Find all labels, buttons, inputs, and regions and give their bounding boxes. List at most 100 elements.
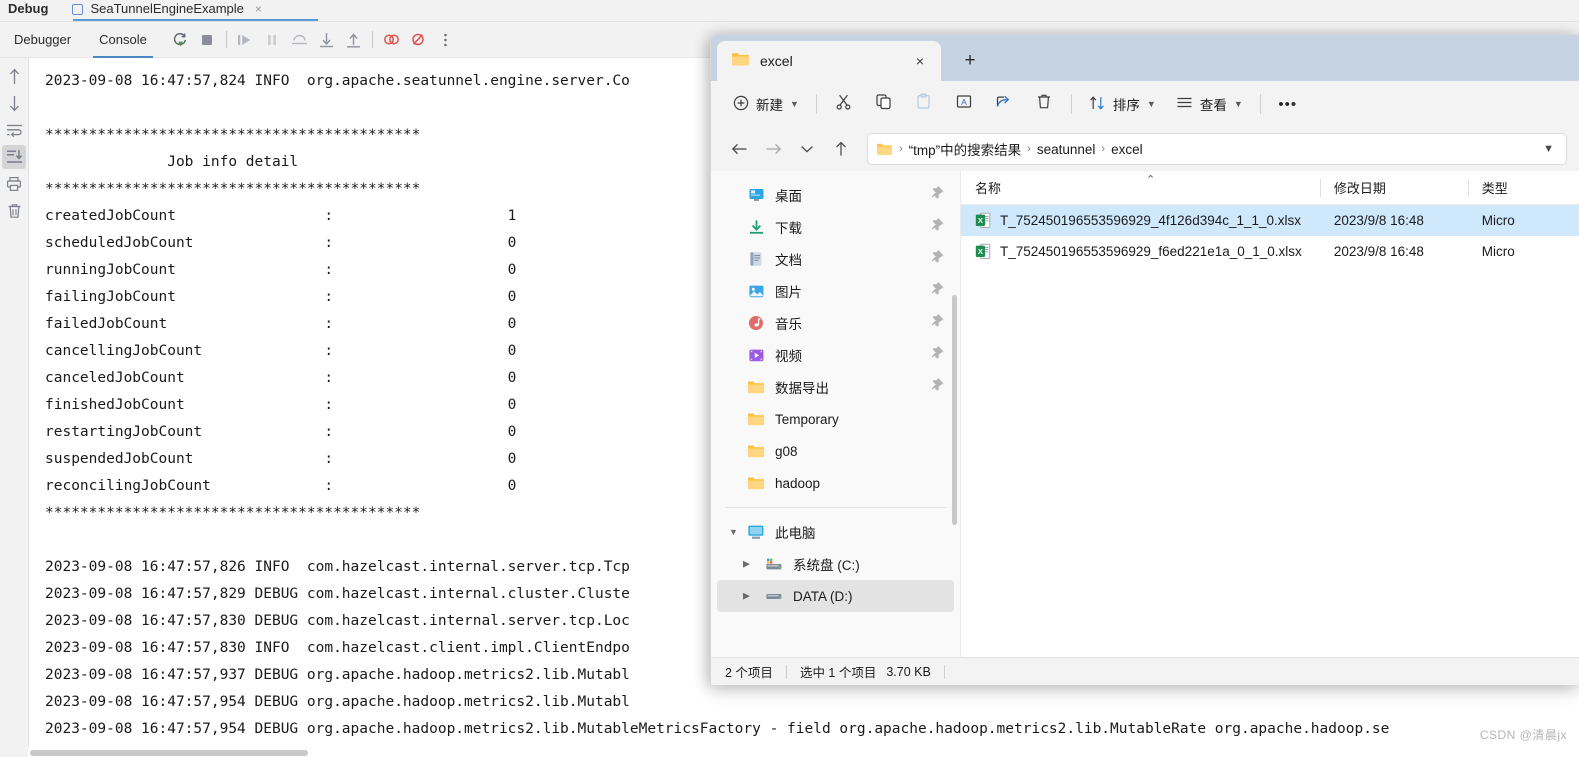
sidebar-item-label: 桌面 — [775, 189, 802, 204]
explorer-tab-excel[interactable]: excel × — [717, 41, 941, 81]
rename-button[interactable]: A — [944, 88, 984, 120]
breadcrumb-item-0[interactable]: “tmp”中的搜索结果 — [909, 139, 1022, 159]
scroll-up-icon[interactable] — [2, 64, 26, 88]
run-configuration-tab[interactable]: SeaTunnelEngineExample × — [62, 0, 269, 21]
close-icon[interactable]: × — [907, 48, 933, 74]
chevron-right-icon[interactable]: ▶ — [743, 591, 750, 602]
sidebar-item-8[interactable]: g08 — [717, 435, 954, 467]
view-button[interactable]: 查看 ▼ — [1166, 88, 1253, 120]
sidebar-item-9[interactable]: hadoop — [717, 467, 954, 499]
mute-breakpoints-icon[interactable] — [378, 27, 405, 53]
file-name-cell: X T_752450196553596929_4f126d394c_1_1_0.x… — [961, 212, 1320, 229]
pin-icon[interactable] — [931, 377, 944, 396]
delete-button[interactable] — [1024, 88, 1064, 120]
toolbar-divider — [225, 31, 227, 48]
more-options-icon[interactable] — [432, 27, 459, 53]
explorer-titlebar: excel × + — [711, 35, 1579, 81]
pin-icon[interactable] — [931, 217, 944, 236]
recent-locations-icon[interactable] — [791, 134, 823, 164]
scroll-down-icon[interactable] — [2, 91, 26, 115]
breadcrumb-separator-0: › — [899, 143, 903, 155]
pause-program-icon[interactable] — [259, 27, 286, 53]
status-size: 3.70 KB — [886, 664, 931, 679]
pin-icon[interactable] — [931, 185, 944, 204]
chevron-down-icon[interactable]: ▼ — [729, 527, 738, 537]
file-modified-cell: 2023/9/8 16:48 — [1320, 244, 1468, 259]
chevron-down-icon-view[interactable]: ▼ — [1234, 99, 1243, 109]
console-line: 2023-09-08 16:47:57,954 DEBUG org.apache… — [45, 694, 630, 710]
step-over-icon[interactable] — [313, 27, 340, 53]
file-modified-label: 2023/9/8 16:48 — [1333, 244, 1424, 259]
column-header-name[interactable]: 名称 ⌃ — [961, 171, 1320, 205]
stop-icon[interactable] — [194, 27, 221, 53]
rerun-icon[interactable] — [167, 27, 194, 53]
pin-icon[interactable] — [931, 281, 944, 300]
view-label: 查看 — [1199, 98, 1227, 113]
share-button[interactable] — [984, 88, 1024, 120]
chevron-right-icon[interactable]: ▶ — [743, 559, 750, 570]
status-divider-1 — [785, 664, 787, 679]
sidebar-item-4[interactable]: 音乐 — [717, 307, 954, 339]
sidebar-item-5[interactable]: 视频 — [717, 339, 954, 371]
copy-button[interactable] — [864, 88, 904, 120]
clear-all-icon[interactable] — [2, 199, 26, 223]
print-icon[interactable] — [2, 172, 26, 196]
sidebar-drive-1[interactable]: ▶ DATA (D:) — [717, 580, 954, 612]
column-header-type[interactable]: 类型 — [1467, 171, 1579, 205]
folder-icon — [747, 443, 765, 459]
table-row[interactable]: X T_752450196553596929_f6ed221e1a_0_1_0.x… — [961, 236, 1579, 267]
paste-button[interactable] — [904, 88, 944, 120]
sidebar-item-label: 数据导出 — [775, 381, 829, 396]
see-more-button[interactable]: ••• — [1268, 88, 1308, 120]
sidebar-drive-0[interactable]: ▶ 系统盘 (C:) — [717, 548, 954, 580]
sidebar-item-this-pc[interactable]: ▼ 此电脑 — [717, 516, 954, 548]
pin-icon[interactable] — [931, 313, 944, 332]
sidebar-item-2[interactable]: 文档 — [717, 243, 954, 275]
music-icon — [747, 315, 765, 331]
step-out-icon[interactable] — [286, 27, 313, 53]
drive-icon — [765, 590, 783, 602]
scroll-to-end-icon[interactable] — [2, 145, 26, 169]
tab-console[interactable]: Console — [85, 22, 161, 58]
sidebar-item-7[interactable]: Temporary — [717, 403, 954, 435]
copy-icon — [875, 93, 892, 115]
cut-button[interactable] — [824, 88, 864, 120]
sidebar-item-0[interactable]: 桌面 — [717, 179, 954, 211]
sidebar-item-1[interactable]: 下载 — [717, 211, 954, 243]
console-gutter-toolbar — [0, 58, 28, 757]
address-chevron-icon[interactable]: ▼ — [1543, 143, 1558, 155]
sidebar-item-3[interactable]: 图片 — [717, 275, 954, 307]
column-header-modified[interactable]: 修改日期 — [1319, 171, 1468, 205]
sidebar-divider — [725, 507, 946, 508]
view-breakpoints-icon[interactable] — [405, 27, 432, 53]
tab-debugger[interactable]: Debugger — [0, 22, 85, 58]
scrollbar-thumb-h[interactable] — [30, 750, 308, 756]
new-tab-button[interactable]: + — [955, 46, 985, 76]
svg-text:X: X — [978, 216, 983, 225]
sidebar-item-6[interactable]: 数据导出 — [717, 371, 954, 403]
sidebar-item-label: 下载 — [775, 221, 802, 236]
new-item-button[interactable]: 新建 ▼ — [723, 88, 809, 120]
sidebar-item-label: Temporary — [775, 411, 839, 427]
chevron-down-icon[interactable]: ▼ — [790, 99, 799, 109]
soft-wrap-icon[interactable] — [2, 118, 26, 142]
breadcrumb-item-2[interactable]: excel — [1111, 142, 1143, 157]
sidebar-drive-label: 系统盘 (C:) — [793, 558, 860, 573]
chevron-down-icon-sort[interactable]: ▼ — [1147, 99, 1156, 109]
pin-icon[interactable] — [931, 249, 944, 268]
back-icon[interactable] — [723, 134, 755, 164]
table-row[interactable]: X T_752450196553596929_4f126d394c_1_1_0.x… — [961, 205, 1579, 236]
breadcrumb-item-1[interactable]: seatunnel — [1037, 142, 1096, 157]
address-bar[interactable]: › “tmp”中的搜索结果 › seatunnel › excel ▼ — [867, 133, 1567, 165]
up-one-level-icon[interactable] — [825, 134, 857, 164]
pin-icon[interactable] — [931, 345, 944, 364]
resume-program-icon[interactable] — [232, 27, 259, 53]
videos-icon — [747, 348, 765, 363]
status-item-count: 2 个项目 — [725, 666, 773, 680]
close-tab-icon[interactable]: × — [255, 0, 262, 18]
step-into-icon[interactable] — [340, 27, 367, 53]
sort-button[interactable]: 排序 ▼ — [1079, 88, 1166, 120]
console-horizontal-scrollbar[interactable] — [28, 748, 1579, 757]
forward-icon[interactable] — [757, 134, 789, 164]
sort-icon — [1089, 95, 1106, 114]
